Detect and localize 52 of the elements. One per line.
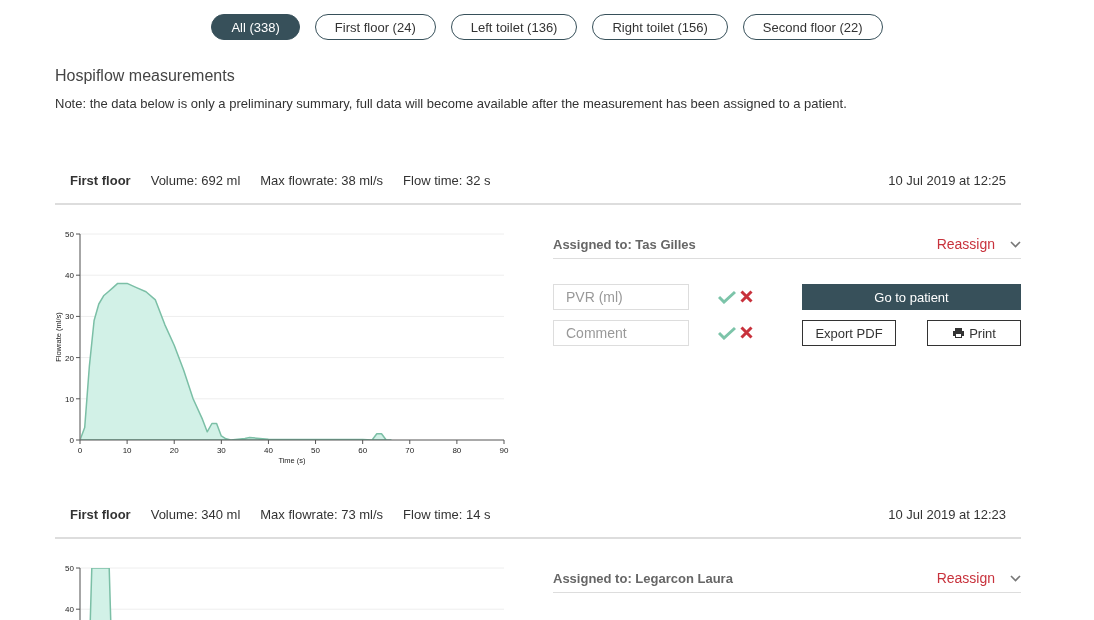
max-flowrate-text: Max flowrate: 38 ml/s xyxy=(260,173,384,188)
x-tick-label: 70 xyxy=(405,446,415,455)
date-text: 10 Jul 2019 at 12:25 xyxy=(888,173,1006,188)
chevron-down-icon[interactable] xyxy=(1010,240,1021,248)
note-text: Note: the data below is only a preliminary summary, full data will become available after the measurement has been assigned to a patient. xyxy=(55,96,848,111)
y-tick-label: 40 xyxy=(65,271,74,281)
check-icon[interactable] xyxy=(718,290,736,304)
x-tick-label: 60 xyxy=(358,446,368,455)
y-tick-label: 10 xyxy=(65,394,74,404)
x-tick-label: 20 xyxy=(169,446,179,455)
max-flowrate-text: Max flowrate: 73 ml/s xyxy=(260,507,384,522)
y-tick-label: 30 xyxy=(65,312,74,322)
x-tick-label: 10 xyxy=(122,446,132,455)
volume-text: Volume: 692 ml xyxy=(150,173,241,188)
volume-text: Volume: 340 ml xyxy=(150,507,241,522)
filter-tab[interactable]: Left toilet (136) xyxy=(450,14,578,40)
x-tick-label: 90 xyxy=(499,446,509,455)
page-title: Hospiflow measurements xyxy=(55,67,236,85)
y-tick-label: 0 xyxy=(69,436,74,445)
y-tick-label: 20 xyxy=(65,353,74,363)
y-axis xyxy=(75,567,81,620)
text-field[interactable]: PVR (ml) xyxy=(553,284,689,310)
x-tick-label: 0 xyxy=(77,446,83,455)
go-to-patient-button[interactable]: Go to patient xyxy=(802,284,1021,310)
assigned-to-text: Assigned to: Legarcon Laura xyxy=(553,570,733,586)
location-label: First floor xyxy=(70,173,131,188)
reassign-link[interactable]: Reassign xyxy=(936,570,995,586)
check-icon[interactable] xyxy=(718,326,736,340)
x-tick-label: 80 xyxy=(452,446,462,455)
date-text: 10 Jul 2019 at 12:23 xyxy=(888,507,1006,522)
close-icon[interactable] xyxy=(740,326,753,339)
flow-time-text: Flow time: 32 s xyxy=(403,173,491,188)
reassign-link[interactable]: Reassign xyxy=(936,236,995,252)
printer-icon xyxy=(952,327,966,339)
export-button[interactable]: Export PDF xyxy=(802,320,896,346)
x-tick-label: 30 xyxy=(216,446,226,455)
location-label: First floor xyxy=(70,507,131,522)
filter-tab[interactable]: All (338) xyxy=(211,14,300,40)
filter-tab[interactable]: Second floor (22) xyxy=(742,14,883,40)
x-tick-label: 50 xyxy=(311,446,320,455)
filter-tab[interactable]: First floor (24) xyxy=(314,14,436,40)
x-tick-label: 40 xyxy=(264,446,273,455)
y-tick-label: 40 xyxy=(65,605,74,615)
close-icon[interactable] xyxy=(740,290,753,303)
filter-tab[interactable]: Right toilet (156) xyxy=(592,14,728,40)
text-field[interactable]: Comment xyxy=(553,320,689,346)
print-button[interactable]: Print xyxy=(927,320,1021,346)
y-tick-label: 50 xyxy=(65,230,74,239)
assigned-to-text: Assigned to: Tas Gilles xyxy=(553,236,696,252)
chevron-down-icon[interactable] xyxy=(1010,574,1021,582)
flow-time-text: Flow time: 14 s xyxy=(403,507,491,522)
y-tick-label: 50 xyxy=(65,564,74,573)
